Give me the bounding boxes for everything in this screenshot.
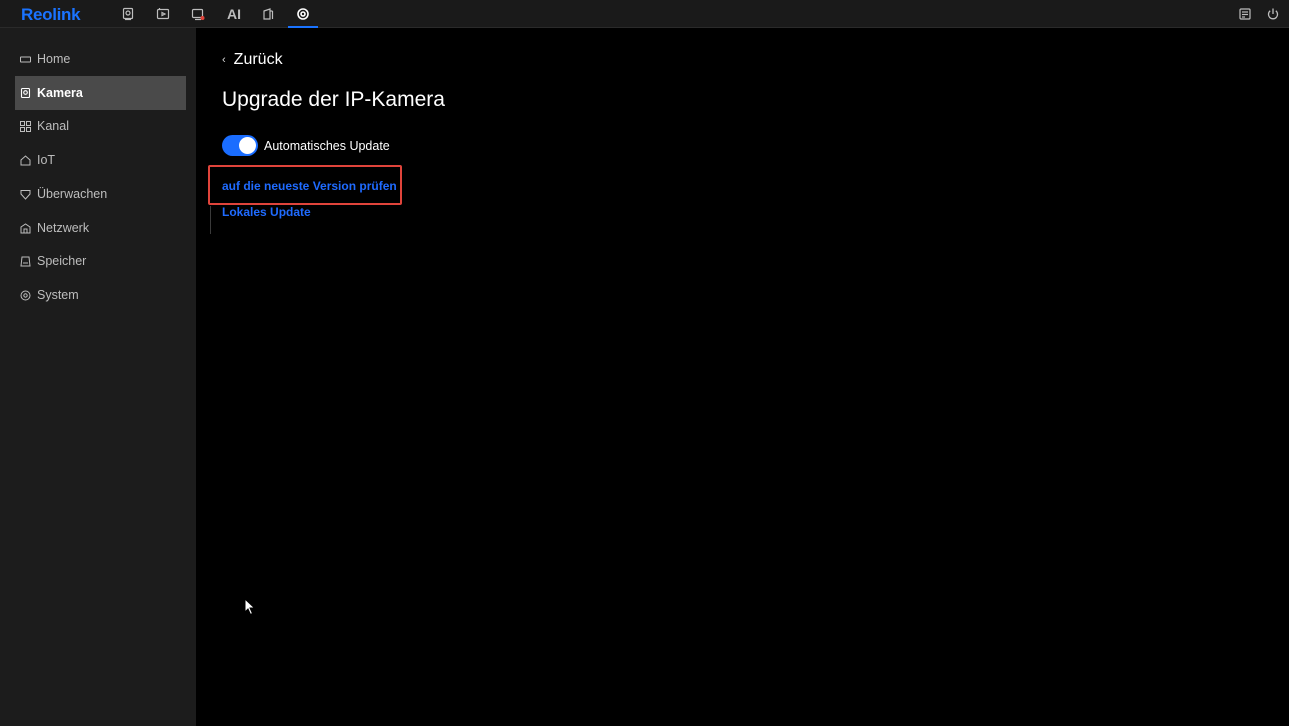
page-title: Upgrade der IP-Kamera [222,88,445,111]
sidebar-item-label: System [37,288,79,302]
sidebar-item-label: Speicher [37,254,87,268]
sidebar: Home Kamera Kanal IoT Überwachen Netzwer… [0,28,196,726]
ai-icon[interactable]: AI [225,5,243,23]
alarm-video-icon[interactable] [189,5,207,23]
auto-update-toggle[interactable] [222,135,258,156]
sidebar-item-label: Kamera [37,86,83,100]
sidebar-item-netzwerk[interactable]: Netzwerk [15,211,186,245]
check-latest-version-link[interactable]: auf die neueste Version prüfen [222,179,397,193]
local-update-link[interactable]: Lokales Update [222,205,311,219]
device-icon[interactable] [259,5,277,23]
reolink-logo: Reolink [21,5,81,24]
playback-icon[interactable] [154,5,172,23]
back-button[interactable]: ‹ Zurück [222,51,283,69]
iot-icon [20,154,31,166]
mouse-cursor-icon [244,597,256,621]
sidebar-item-speicher[interactable]: Speicher [15,244,186,278]
sidebar-item-home[interactable]: Home [15,42,186,76]
camera-live-icon[interactable] [119,5,137,23]
auto-update-label: Automatisches Update [264,138,390,153]
power-icon[interactable] [1264,5,1282,23]
sidebar-item-label: Kanal [37,119,69,133]
settings-icon[interactable] [294,5,312,23]
divider [210,206,211,234]
sidebar-item-label: IoT [37,153,56,167]
main-content: ‹ Zurück Upgrade der IP-Kamera Automatis… [196,28,1289,726]
back-label: Zurück [233,51,283,68]
chevron-left-icon: ‹ [222,54,226,66]
notes-icon[interactable] [1236,5,1254,23]
sidebar-item-label: Überwachen [37,187,108,201]
top-bar: Reolink AI [0,0,1289,28]
shield-icon [20,189,31,200]
sidebar-item-label: Home [37,52,71,66]
toggle-knob [239,137,256,154]
auto-update-row: Automatisches Update [222,135,390,156]
sidebar-item-iot[interactable]: IoT [15,143,186,177]
channel-icon [20,120,31,132]
sidebar-item-kamera[interactable]: Kamera [15,76,186,110]
sidebar-item-system[interactable]: System [15,278,186,312]
sidebar-item-ueberwachen[interactable]: Überwachen [15,177,186,211]
sidebar-item-kanal[interactable]: Kanal [15,109,186,143]
system-icon [20,290,31,301]
sidebar-item-label: Netzwerk [37,221,90,235]
camera-icon [20,87,31,99]
storage-icon [20,256,31,267]
home-icon [20,54,31,65]
network-icon [20,222,31,234]
